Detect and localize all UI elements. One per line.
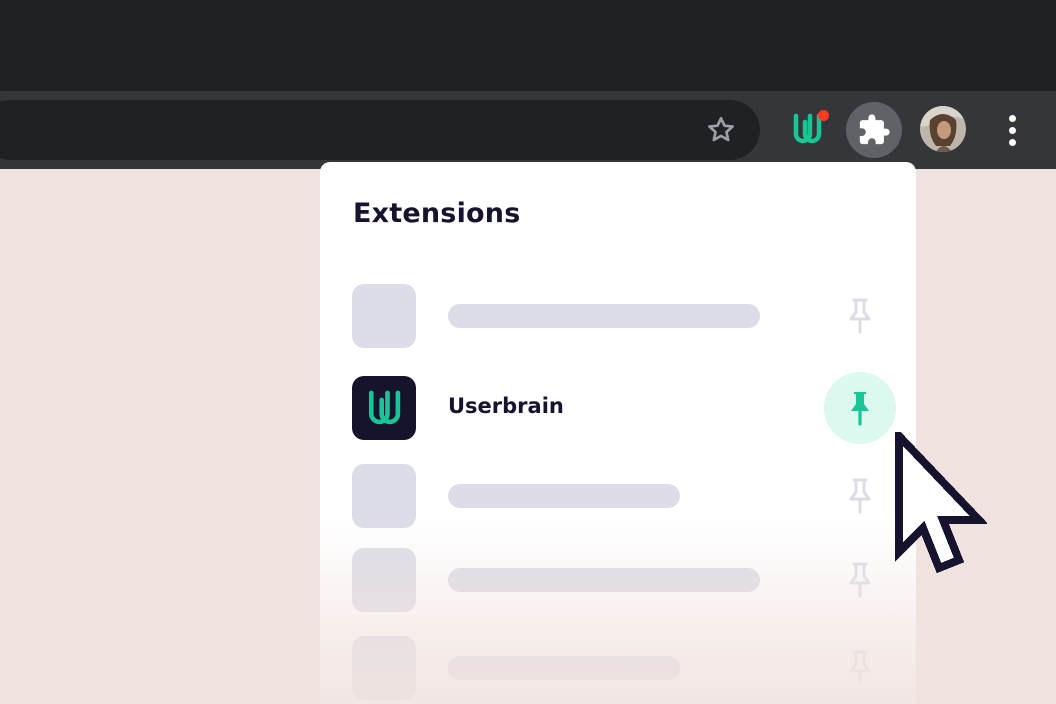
placeholder-icon	[352, 464, 416, 528]
kebab-menu-icon[interactable]	[996, 110, 1028, 150]
placeholder-name	[448, 568, 760, 592]
pin-active-icon[interactable]	[824, 372, 896, 444]
extension-row-placeholder	[320, 284, 916, 348]
pin-icon[interactable]	[840, 296, 880, 336]
extensions-panel: Extensions Userbrain	[320, 162, 916, 704]
pin-icon[interactable]	[840, 560, 880, 600]
panel-title: Extensions	[353, 198, 521, 229]
mouse-pointer-icon	[895, 432, 987, 574]
placeholder-name	[448, 656, 680, 680]
placeholder-name	[448, 304, 760, 328]
placeholder-name	[448, 484, 680, 508]
extensions-puzzle-icon[interactable]	[846, 102, 902, 158]
notification-dot	[818, 110, 829, 121]
extension-row-userbrain[interactable]: Userbrain	[320, 372, 916, 444]
browser-titlebar	[0, 0, 1056, 91]
userbrain-logo-icon	[352, 376, 416, 440]
placeholder-icon	[352, 548, 416, 612]
extension-row-placeholder	[320, 464, 916, 528]
placeholder-icon	[352, 284, 416, 348]
address-bar[interactable]	[0, 100, 760, 160]
pin-icon[interactable]	[840, 476, 880, 516]
extension-row-placeholder	[320, 636, 916, 700]
pin-icon[interactable]	[840, 648, 880, 688]
bookmark-star-icon[interactable]	[700, 109, 742, 151]
profile-avatar[interactable]	[920, 106, 966, 152]
extension-name: Userbrain	[448, 394, 564, 418]
extension-row-placeholder	[320, 548, 916, 612]
placeholder-icon	[352, 636, 416, 700]
